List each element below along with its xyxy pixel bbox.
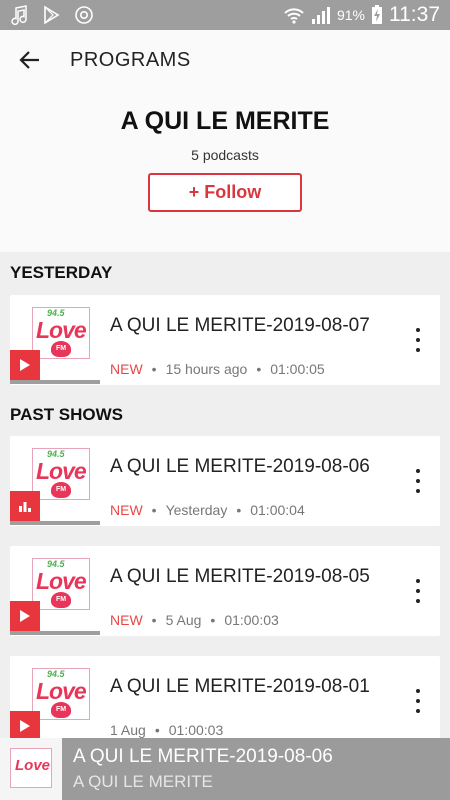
episode-duration: 01:00:03 (168, 722, 224, 738)
section-label-past-shows: PAST SHOWS (10, 405, 124, 424)
love-fm-logo: 94.5 Love FM (32, 668, 90, 720)
episode-date: 5 Aug (165, 612, 202, 628)
new-badge: NEW (110, 361, 143, 377)
section-label-yesterday: YESTERDAY (10, 263, 113, 282)
episode-title: A QUI LE MERITE-2019-08-01 (110, 676, 370, 697)
app-bar: PROGRAMS (0, 30, 450, 90)
episode-meta: 1 Aug • 01:00:03 (110, 722, 224, 738)
clock: 11:37 (389, 3, 440, 26)
episode-thumbnail: 94.5 Love FM (10, 436, 100, 526)
episode-title: A QUI LE MERITE-2019-08-05 (110, 566, 370, 587)
play-icon (20, 720, 30, 732)
episode-duration: 01:00:05 (270, 361, 325, 377)
episode-meta: NEW • 15 hours ago • 01:00:05 (110, 361, 325, 377)
wifi-icon (284, 8, 304, 24)
love-fm-logo: Love (10, 748, 52, 788)
episode-card[interactable]: 94.5 Love FM A QUI LE MERITE-2019-08-07 … (10, 295, 440, 385)
play-icon (20, 359, 30, 371)
new-badge: NEW (110, 612, 143, 628)
music-note-icon (11, 5, 27, 25)
more-options-button[interactable] (408, 325, 428, 355)
episode-title: A QUI LE MERITE-2019-08-06 (110, 456, 370, 477)
episode-thumbnail: 94.5 Love FM (10, 656, 100, 746)
play-button[interactable] (10, 601, 40, 631)
episode-meta: NEW • 5 Aug • 01:00:03 (110, 612, 279, 628)
more-options-button[interactable] (408, 576, 428, 606)
back-button[interactable] (0, 30, 60, 90)
mini-player[interactable]: Love A QUI LE MERITE-2019-08-06 A QUI LE… (0, 738, 450, 800)
new-badge: NEW (110, 502, 143, 518)
episode-date: 1 Aug (110, 722, 146, 738)
page-title: PROGRAMS (70, 48, 191, 71)
more-options-button[interactable] (408, 686, 428, 716)
episode-duration: 01:00:04 (250, 502, 305, 518)
episode-title: A QUI LE MERITE-2019-08-07 (110, 315, 370, 336)
play-button[interactable] (10, 350, 40, 380)
playback-progress (10, 380, 100, 384)
program-title: A QUI LE MERITE (120, 107, 330, 135)
episode-date: Yesterday (165, 502, 228, 518)
signal-icon (311, 7, 330, 24)
episode-thumbnail: 94.5 Love FM (10, 295, 100, 385)
arrow-left-icon (19, 51, 39, 69)
mini-player-title: A QUI LE MERITE-2019-08-06 (73, 746, 333, 767)
chrome-icon (75, 6, 93, 24)
playback-progress (10, 631, 100, 635)
love-fm-logo: 94.5 Love FM (32, 448, 90, 500)
episode-card[interactable]: 94.5 Love FM A QUI LE MERITE-2019-08-06 … (10, 436, 440, 526)
play-store-icon (44, 5, 60, 25)
episode-date: 15 hours ago (165, 361, 248, 377)
status-bar: 91% 11:37 (0, 0, 450, 30)
program-header: A QUI LE MERITE 5 podcasts + Follow (0, 90, 450, 252)
love-fm-logo: 94.5 Love FM (32, 307, 90, 359)
play-icon (20, 610, 30, 622)
episode-thumbnail: 94.5 Love FM (10, 546, 100, 636)
mini-player-subtitle: A QUI LE MERITE (73, 772, 213, 791)
episode-card[interactable]: 94.5 Love FM A QUI LE MERITE-2019-08-01 … (10, 656, 440, 746)
battery-percent: 91% (336, 7, 365, 23)
battery-charging-icon (372, 5, 382, 24)
episode-meta: NEW • Yesterday • 01:00:04 (110, 502, 305, 518)
equalizer-icon (19, 502, 31, 512)
now-playing-button[interactable] (10, 491, 40, 521)
playback-progress (10, 521, 100, 525)
play-button[interactable] (10, 711, 40, 741)
episode-card[interactable]: 94.5 Love FM A QUI LE MERITE-2019-08-05 … (10, 546, 440, 636)
podcast-count: 5 podcasts (191, 147, 259, 163)
episode-duration: 01:00:03 (224, 612, 279, 628)
follow-button[interactable]: + Follow (148, 173, 302, 212)
love-fm-logo: 94.5 Love FM (32, 558, 90, 610)
mini-player-thumbnail: Love (0, 738, 62, 800)
more-options-button[interactable] (408, 466, 428, 496)
